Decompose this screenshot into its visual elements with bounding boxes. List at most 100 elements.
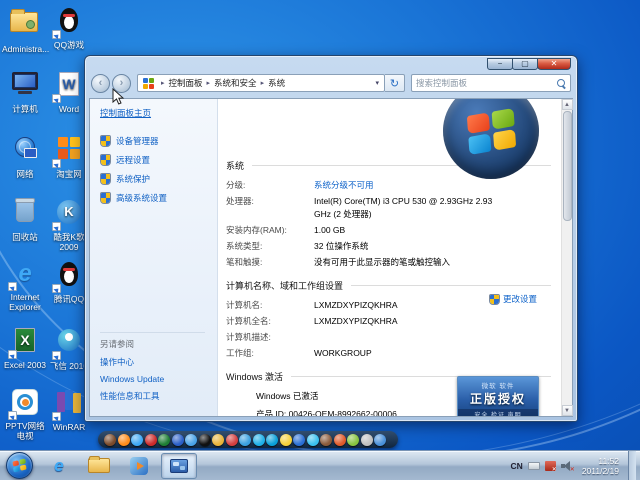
dock-icon[interactable] — [158, 434, 170, 446]
desktop-icon-administrator[interactable]: Administra... — [2, 6, 48, 54]
row-label: 处理器: — [226, 195, 314, 221]
volume-muted-icon[interactable]: ✕ — [561, 461, 573, 471]
sidebar-item-action-center[interactable]: 操作中心 — [100, 356, 205, 368]
refresh-button[interactable]: ↻ — [385, 74, 405, 92]
badge-line: 安全 检证 声明 — [458, 409, 538, 416]
dock-icon[interactable] — [145, 434, 157, 446]
dock-icon[interactable] — [334, 434, 346, 446]
desktop-icon-label: 计算机 — [2, 104, 48, 114]
dock-icon[interactable] — [307, 434, 319, 446]
clock-date: 2011/2/19 — [582, 466, 619, 476]
change-settings-link[interactable]: 更改设置 — [489, 293, 537, 305]
dock-icon[interactable] — [293, 434, 305, 446]
dock-icon[interactable] — [131, 434, 143, 446]
window-titlebar[interactable]: − ▢ ✕ — [85, 56, 577, 71]
minimize-button[interactable]: − — [487, 58, 513, 70]
desktop-icon-computer[interactable]: 计算机 — [2, 70, 48, 114]
breadcrumb-dropdown-icon[interactable]: ▾ — [372, 79, 382, 87]
sidebar-item-performance-tools[interactable]: 性能信息和工具 — [100, 390, 205, 402]
sidebar-item-label: 设备管理器 — [116, 135, 159, 147]
taskbar-item-internet-explorer[interactable]: e — [41, 453, 77, 479]
desktop-icon-pptv[interactable]: PPTV网络电视 — [2, 388, 48, 441]
sidebar-item-remote-settings[interactable]: 远程设置 — [100, 154, 217, 166]
breadcrumb-separator: ▸ — [207, 79, 211, 87]
dock-icon[interactable] — [226, 434, 238, 446]
word-icon: W — [54, 72, 84, 102]
desktop-icon-recycle-bin[interactable]: 回收站 — [2, 198, 48, 242]
close-button[interactable]: ✕ — [537, 58, 571, 70]
back-button[interactable]: ‹ — [91, 74, 110, 93]
dock-icon[interactable] — [212, 434, 224, 446]
search-box[interactable] — [411, 74, 571, 92]
dock-icon[interactable] — [199, 434, 211, 446]
dock-icon[interactable] — [172, 434, 184, 446]
folder-icon — [88, 458, 110, 473]
taskbar-item-explorer[interactable] — [81, 453, 117, 479]
maximize-button[interactable]: ▢ — [512, 58, 538, 70]
desktop-icon-label: 网络 — [2, 169, 48, 179]
row-label: 系统类型: — [226, 240, 314, 253]
info-row-computer-description: 计算机描述: — [226, 331, 551, 344]
rating-unavailable-link[interactable]: 系统分级不可用 — [314, 179, 374, 192]
sidebar-item-label: 系统保护 — [116, 173, 150, 185]
show-desktop-button[interactable] — [628, 451, 636, 480]
search-icon — [557, 79, 566, 88]
row-label: 安装内存(RAM): — [226, 224, 314, 237]
windows-flag-icon — [466, 107, 515, 154]
dock-icon[interactable] — [374, 434, 386, 446]
desktop-icon-excel[interactable]: X Excel 2003 — [2, 326, 48, 370]
sidebar-item-advanced-system-settings[interactable]: 高级系统设置 — [100, 192, 217, 204]
dock-icon[interactable] — [118, 434, 130, 446]
desktop-icon-network[interactable]: 网络 — [2, 134, 48, 179]
breadcrumb-item-system-security[interactable]: 系统和安全 — [214, 77, 257, 89]
sidebar-item-windows-update[interactable]: Windows Update — [100, 374, 205, 384]
start-button[interactable] — [6, 452, 33, 479]
desktop-icon-label: Internet Explorer — [2, 292, 48, 312]
row-label: 计算机全名: — [226, 315, 314, 328]
forward-button[interactable]: › — [112, 74, 131, 93]
taskbar-item-media-player[interactable] — [121, 453, 157, 479]
info-row-memory: 安装内存(RAM): 1.00 GB — [226, 224, 551, 237]
scroll-down-icon[interactable]: ▼ — [562, 405, 573, 416]
row-value: 1.00 GB — [314, 224, 345, 237]
badge-title: 正版授权 — [458, 390, 538, 407]
dock-icon[interactable] — [280, 434, 292, 446]
keyboard-tray-icon[interactable] — [528, 462, 540, 470]
desktop: Administra... 计算机 网络 回收站 e Internet Expl… — [0, 0, 640, 480]
network-globe-icon — [10, 137, 40, 167]
window-sidebar: 控制面板主页 设备管理器 远程设置 系统保护 — [90, 99, 218, 416]
desktop-icon-internet-explorer[interactable]: e Internet Explorer — [2, 260, 48, 312]
ie-icon: e — [54, 456, 63, 476]
taskbar-clock[interactable]: 11:52 2011/2/19 — [578, 456, 623, 476]
info-row-processor: 处理器: Intel(R) Core(TM) i3 CPU 530 @ 2.93… — [226, 195, 551, 221]
breadcrumb-item-control-panel[interactable]: 控制面板 — [169, 77, 203, 89]
dock-icon[interactable] — [104, 434, 116, 446]
info-row-system-type: 系统类型: 32 位操作系统 — [226, 240, 551, 253]
recycle-bin-icon — [10, 200, 40, 230]
dock-icon[interactable] — [253, 434, 265, 446]
action-center-tray-icon[interactable] — [545, 461, 556, 471]
badge-line: 微软 软件 — [458, 380, 538, 390]
sidebar-item-system-protection[interactable]: 系统保护 — [100, 173, 217, 185]
excel-icon: X — [10, 328, 40, 358]
search-input[interactable] — [416, 78, 554, 88]
dock-icon[interactable] — [239, 434, 251, 446]
sidebar-item-device-manager[interactable]: 设备管理器 — [100, 135, 217, 147]
row-value: LXMZDXYPIZQKHRA — [314, 315, 398, 328]
dock-icon[interactable] — [185, 434, 197, 446]
dock-icon[interactable] — [266, 434, 278, 446]
breadcrumb-item-system[interactable]: 系统 — [268, 77, 285, 89]
dock-icon[interactable] — [320, 434, 332, 446]
breadcrumb[interactable]: ▸ 控制面板 ▸ 系统和安全 ▸ 系统 ▾ — [137, 74, 385, 92]
vertical-scrollbar[interactable]: ▲ ▼ — [561, 99, 572, 416]
sidebar-item-control-panel-home[interactable]: 控制面板主页 — [100, 107, 151, 119]
desktop-icon-qq-games[interactable]: QQ游戏 — [46, 6, 92, 50]
scrollbar-thumb[interactable] — [563, 111, 572, 221]
language-indicator[interactable]: CN — [511, 461, 523, 471]
taskbar-item-control-panel-active[interactable] — [161, 453, 197, 479]
dock-icon[interactable] — [347, 434, 359, 446]
see-also-header: 另请参阅 — [100, 332, 205, 350]
dock-icon[interactable] — [361, 434, 373, 446]
control-panel-icon — [143, 78, 154, 89]
scroll-up-icon[interactable]: ▲ — [562, 99, 573, 110]
